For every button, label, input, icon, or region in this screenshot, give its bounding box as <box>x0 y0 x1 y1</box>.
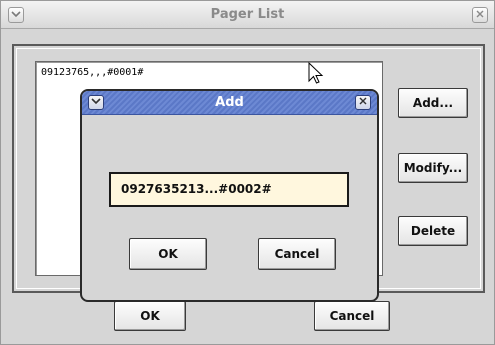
dialog-ok-button[interactable]: OK <box>129 238 207 270</box>
add-dialog: Add 0927635213...#0002# OK Cancel <box>80 89 379 302</box>
modify-button[interactable]: Modify... <box>398 153 468 183</box>
dialog-title: Add <box>215 95 244 110</box>
dialog-cancel-button[interactable]: Cancel <box>258 238 336 270</box>
cancel-button[interactable]: Cancel <box>314 301 390 331</box>
mouse-pointer-icon <box>308 61 324 86</box>
delete-button[interactable]: Delete <box>398 216 468 246</box>
close-icon <box>476 10 484 21</box>
window-titlebar[interactable]: Pager List <box>1 1 494 29</box>
dialog-titlebar[interactable]: Add <box>82 91 377 115</box>
window-title: Pager List <box>210 7 285 22</box>
dialog-close-button[interactable] <box>355 95 371 110</box>
close-icon <box>359 97 367 108</box>
list-item[interactable]: 09123765,,,#0001# <box>41 67 143 78</box>
pager-number-input[interactable]: 0927635213...#0002# <box>109 172 349 207</box>
ok-button[interactable]: OK <box>114 301 186 331</box>
window-close-button[interactable] <box>472 7 488 23</box>
add-button[interactable]: Add... <box>398 88 468 118</box>
